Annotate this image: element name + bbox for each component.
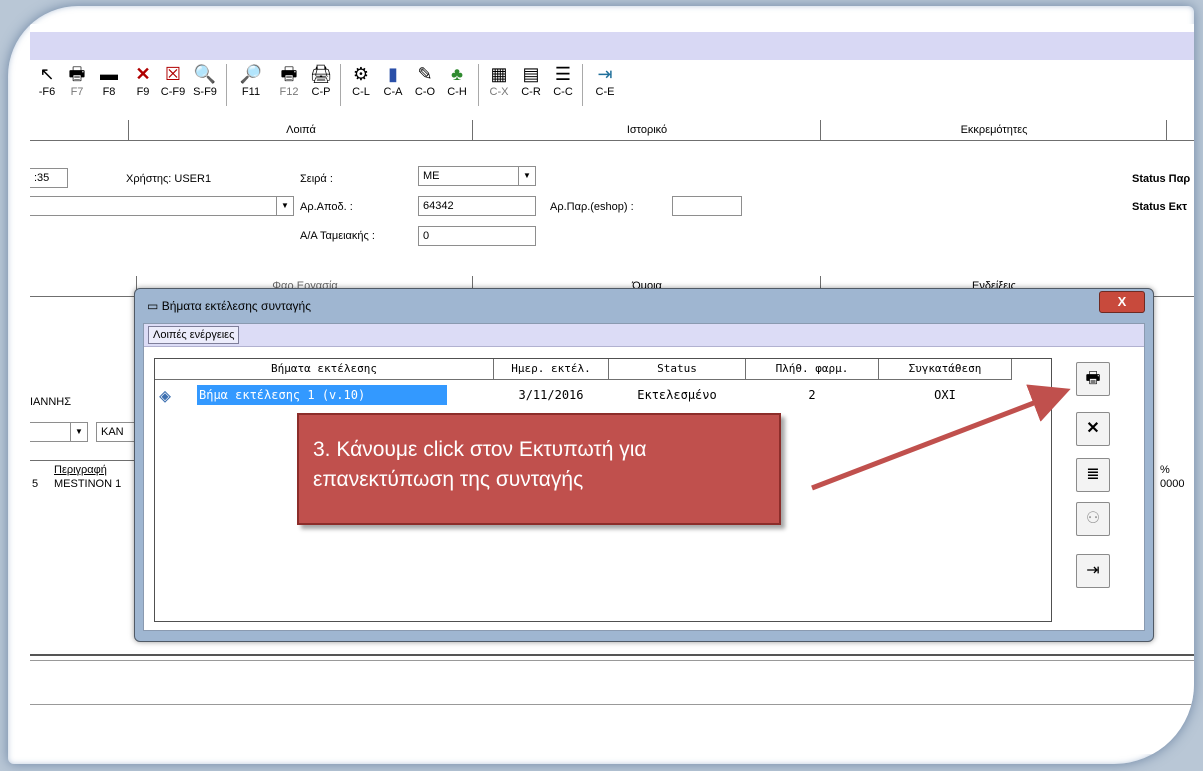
annotation-arrow: [811, 384, 1071, 491]
